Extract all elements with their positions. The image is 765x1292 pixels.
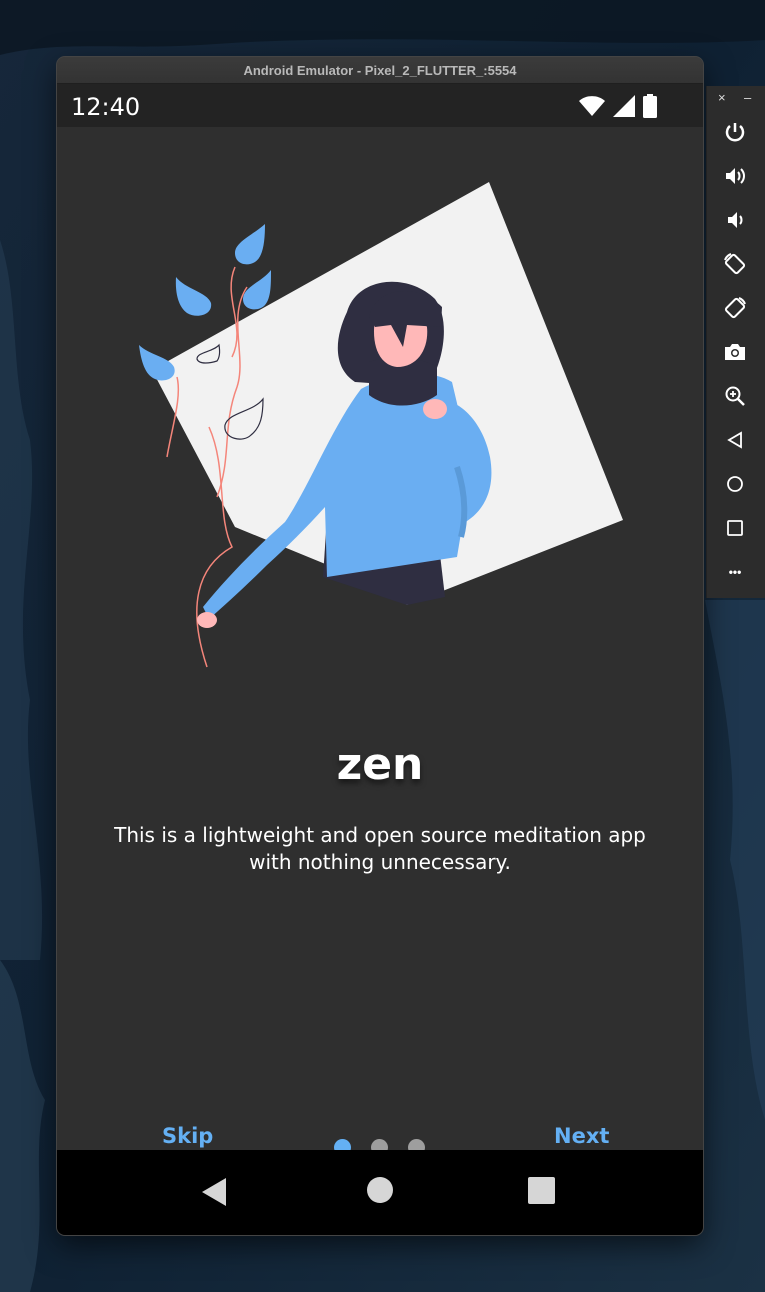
zoom-icon[interactable] (721, 382, 749, 410)
home-icon[interactable] (367, 1177, 393, 1203)
wifi-icon (579, 96, 605, 116)
back-icon[interactable] (200, 1177, 230, 1207)
onboarding-title: zen (336, 739, 424, 790)
window-title: Android Emulator - Pixel_2_FLUTTER_:5554 (57, 57, 703, 84)
leaf (139, 345, 175, 381)
volume-down-icon[interactable] (721, 206, 749, 234)
back-icon[interactable] (721, 426, 749, 454)
volume-up-icon[interactable] (721, 162, 749, 190)
overview-icon[interactable] (721, 514, 749, 542)
status-clock: 12:40 (71, 93, 141, 121)
rotate-left-icon[interactable] (721, 250, 749, 278)
onboarding-description: This is a lightweight and open source me… (114, 823, 646, 874)
signal-icon (613, 95, 635, 117)
battery-icon (643, 94, 657, 118)
leaf (175, 277, 212, 316)
rotate-right-icon[interactable] (721, 294, 749, 322)
power-icon[interactable] (721, 118, 749, 146)
next-button[interactable]: Next (554, 1124, 609, 1148)
emulator-side-toolbar: × – ••• (706, 86, 765, 598)
toolbar-window-controls: × – (707, 90, 765, 108)
app-screen: zen This is a lightweight and open sourc… (57, 127, 703, 1156)
camera-icon[interactable] (721, 338, 749, 366)
status-icons (579, 94, 657, 118)
recents-icon[interactable] (528, 1177, 555, 1204)
onboarding-illustration (139, 182, 623, 668)
toolbar-close-button[interactable]: × (718, 90, 726, 105)
status-bar: 12:40 (57, 84, 703, 127)
more-icon[interactable]: ••• (721, 558, 749, 586)
emulator-window: Android Emulator - Pixel_2_FLUTTER_:5554… (57, 57, 703, 1235)
leaf (235, 224, 265, 265)
home-icon[interactable] (721, 470, 749, 498)
toolbar-minimize-button[interactable]: – (744, 90, 751, 105)
leaf (243, 270, 271, 310)
skip-button[interactable]: Skip (162, 1124, 213, 1148)
android-nav-bar (57, 1150, 703, 1235)
